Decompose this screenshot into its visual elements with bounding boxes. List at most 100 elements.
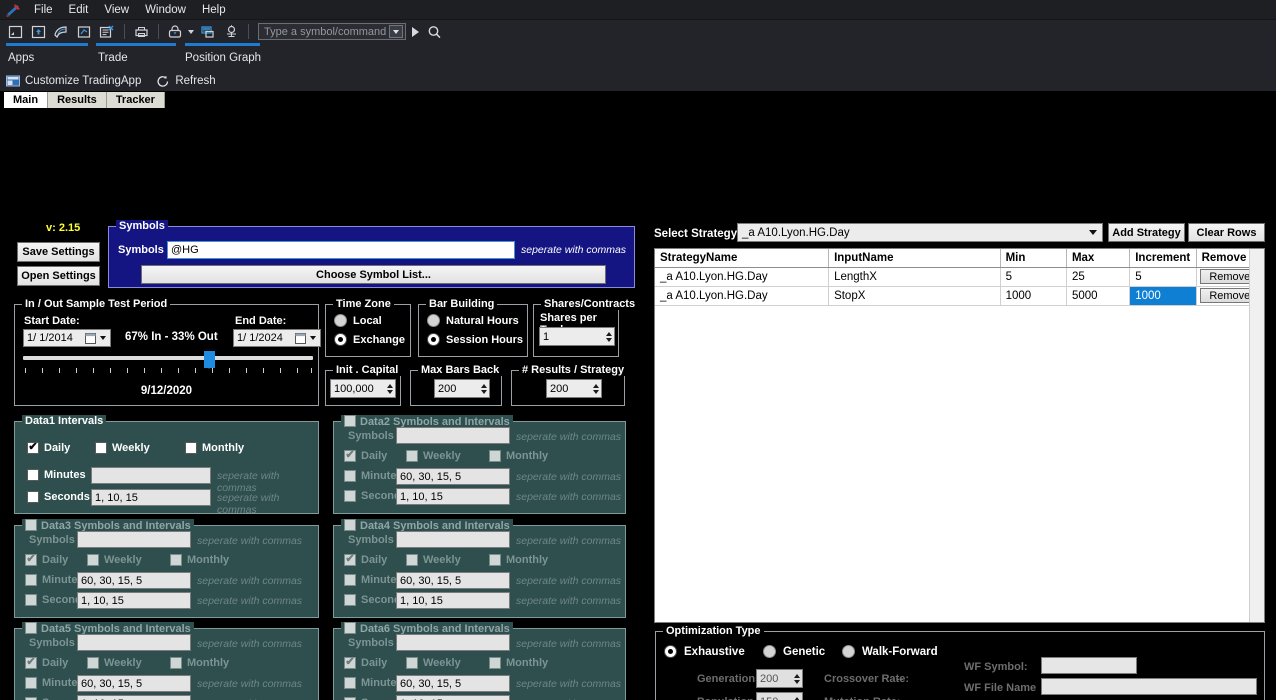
cell-increment[interactable]: 1000 (1130, 286, 1196, 305)
lock-icon[interactable] (164, 22, 186, 41)
data3-seconds-input[interactable]: 1, 10, 15 (77, 592, 191, 609)
data3-daily-checkbox[interactable]: ✔ (25, 554, 37, 566)
shares-stepper[interactable] (606, 332, 612, 342)
select-strategy-combo[interactable]: _a A10.Lyon.HG.Day (737, 223, 1103, 242)
data2-daily-option[interactable]: ✔Daily (344, 450, 387, 462)
data6-minutes-input[interactable]: 60, 30, 15, 5 (396, 675, 510, 692)
table-row[interactable]: _a A10.Lyon.HG.DayLengthX5255Remove (655, 267, 1264, 286)
data3-minutes-option[interactable]: Minutes (25, 574, 84, 586)
cell-input-name[interactable]: StopX (829, 286, 1001, 305)
data2-minutes-input[interactable]: 60, 30, 15, 5 (396, 468, 510, 485)
data4-seconds-input[interactable]: 1, 10, 15 (396, 592, 510, 609)
init-capital-input[interactable]: 100,000 (330, 379, 396, 398)
menu-file[interactable]: File (26, 2, 61, 18)
init-capital-stepper[interactable] (387, 384, 393, 394)
table-scrollbar[interactable] (1249, 249, 1264, 622)
cell-min[interactable]: 1000 (1000, 286, 1066, 305)
cell-strategy-name[interactable]: _a A10.Lyon.HG.Day (655, 267, 829, 286)
data3-enable-checkbox[interactable] (25, 519, 37, 531)
data1-monthly-checkbox[interactable] (185, 442, 197, 454)
menu-edit[interactable]: Edit (61, 2, 97, 18)
open-settings-button[interactable]: Open Settings (17, 266, 100, 286)
play-icon[interactable] (412, 27, 419, 37)
data6-weekly-checkbox[interactable] (406, 657, 418, 669)
generations-stepper[interactable] (794, 674, 800, 684)
data5-monthly-option[interactable]: Monthly (170, 657, 229, 669)
data6-seconds-input[interactable]: 1, 10, 15 (396, 695, 510, 700)
data5-enable-checkbox[interactable] (25, 622, 37, 634)
data1-minutes-input[interactable] (91, 467, 211, 484)
data1-seconds-option[interactable]: Seconds (27, 491, 90, 503)
data5-monthly-checkbox[interactable] (170, 657, 182, 669)
data5-daily-option[interactable]: ✔Daily (25, 657, 68, 669)
data2-minutes-option[interactable]: Minutes (344, 470, 403, 482)
new-window-icon[interactable] (4, 22, 26, 41)
max-bars-back-input[interactable]: 200 (434, 379, 490, 398)
optimization-option-genetic[interactable]: Genetic (763, 645, 825, 658)
link-icon[interactable] (197, 22, 219, 41)
data5-weekly-checkbox[interactable] (87, 657, 99, 669)
data4-weekly-option[interactable]: Weekly (406, 554, 461, 566)
generations-input[interactable]: 200 (756, 669, 803, 688)
symbol-dropdown-button[interactable] (389, 25, 403, 38)
cell-min[interactable]: 5 (1000, 267, 1066, 286)
results-per-strategy-input[interactable]: 200 (546, 379, 602, 398)
data5-minutes-input[interactable]: 60, 30, 15, 5 (77, 675, 191, 692)
sample-split-slider-thumb[interactable] (204, 351, 215, 368)
data3-daily-option[interactable]: ✔Daily (25, 554, 68, 566)
delete-workspace-icon[interactable] (96, 22, 118, 41)
data6-monthly-checkbox[interactable] (489, 657, 501, 669)
cell-strategy-name[interactable]: _a A10.Lyon.HG.Day (655, 286, 829, 305)
customize-tradingapp-button[interactable]: Customize TradingApp (25, 75, 141, 87)
population-size-input[interactable]: 150 (756, 692, 803, 700)
new-chart-icon[interactable] (73, 22, 95, 41)
data1-weekly-checkbox[interactable] (95, 442, 107, 454)
data4-daily-checkbox[interactable]: ✔ (344, 554, 356, 566)
data2-enable-checkbox[interactable] (344, 415, 356, 427)
search-icon[interactable] (423, 22, 445, 41)
data2-monthly-checkbox[interactable] (489, 450, 501, 462)
data1-minutes-checkbox[interactable] (27, 469, 39, 481)
max-bars-stepper[interactable] (481, 384, 487, 394)
data2-weekly-option[interactable]: Weekly (406, 450, 461, 462)
data1-daily-option[interactable]: ✔Daily (27, 442, 70, 454)
data2-seconds-checkbox[interactable] (344, 490, 356, 502)
cell-max[interactable]: 5000 (1066, 286, 1129, 305)
data5-symbols-input[interactable] (77, 634, 191, 651)
menu-help[interactable]: Help (194, 2, 234, 18)
data3-weekly-option[interactable]: Weekly (87, 554, 142, 566)
clear-rows-button[interactable]: Clear Rows (1188, 223, 1265, 242)
calendar-icon-2[interactable] (295, 333, 306, 344)
choose-symbol-list-button[interactable]: Choose Symbol List... (141, 265, 606, 284)
cell-input-name[interactable]: LengthX (829, 267, 1001, 286)
cell-increment[interactable]: 5 (1130, 267, 1196, 286)
data4-minutes-input[interactable]: 60, 30, 15, 5 (396, 572, 510, 589)
radio-natural-hours[interactable] (427, 314, 440, 327)
column-strategy-name[interactable]: StrategyName (655, 249, 829, 267)
data2-daily-checkbox[interactable]: ✔ (344, 450, 356, 462)
optimization-option-exhaustive[interactable]: Exhaustive (664, 645, 745, 658)
data1-seconds-input[interactable]: 1, 10, 15 (91, 489, 211, 506)
calendar-icon[interactable] (85, 333, 96, 344)
column-input-name[interactable]: InputName (829, 249, 1001, 267)
menu-view[interactable]: View (96, 2, 137, 18)
start-date-input[interactable]: 1/ 1/2014 (23, 329, 111, 347)
time-zone-option-exchange[interactable]: Exchange (334, 333, 405, 346)
optimization-option-walk-forward[interactable]: Walk-Forward (842, 645, 938, 658)
save-settings-button[interactable]: Save Settings (17, 242, 100, 262)
radio-genetic[interactable] (763, 645, 776, 658)
data4-seconds-checkbox[interactable] (344, 594, 356, 606)
data6-monthly-option[interactable]: Monthly (489, 657, 548, 669)
data3-weekly-checkbox[interactable] (87, 554, 99, 566)
tab-tracker[interactable]: Tracker (107, 92, 165, 108)
menu-window[interactable]: Window (137, 2, 194, 18)
data4-monthly-option[interactable]: Monthly (489, 554, 548, 566)
data1-minutes-option[interactable]: Minutes (27, 469, 86, 481)
column-max[interactable]: Max (1066, 249, 1129, 267)
data5-weekly-option[interactable]: Weekly (87, 657, 142, 669)
refresh-button[interactable]: Refresh (175, 75, 215, 87)
data4-symbols-input[interactable] (396, 531, 510, 548)
data2-seconds-input[interactable]: 1, 10, 15 (396, 488, 510, 505)
data6-weekly-option[interactable]: Weekly (406, 657, 461, 669)
chevron-down-icon[interactable] (188, 30, 194, 34)
